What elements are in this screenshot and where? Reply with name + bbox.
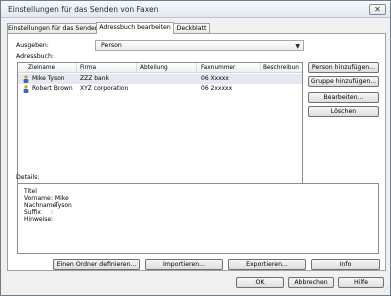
define-folder-button[interactable]: Einen Ordner definieren...	[53, 259, 140, 270]
add-person-button[interactable]: Person hinzufügen...	[308, 62, 379, 73]
row-name: Robert Brown	[32, 85, 73, 92]
detail-value-firstname: : Mike	[51, 195, 69, 202]
info-label: Info	[339, 261, 352, 268]
row-fax: 06 2xxxxx	[201, 85, 233, 92]
export-button[interactable]: Exportieren...	[228, 259, 306, 270]
person-icon	[23, 75, 29, 83]
edit-label: Bearbeiten...	[323, 94, 364, 101]
ausgeben-dropdown[interactable]: Person ▼	[95, 40, 304, 51]
detail-label-title: Titel	[24, 188, 37, 195]
add-person-label: Person hinzufügen...	[311, 64, 376, 71]
chevron-down-icon: ▼	[295, 43, 300, 50]
detail-label-firstname: Vorname	[24, 195, 51, 202]
add-group-label: Gruppe hinzufügen...	[310, 78, 377, 85]
resize-grip-icon[interactable]: ⋰	[383, 286, 389, 293]
add-group-button[interactable]: Gruppe hinzufügen...	[308, 76, 379, 87]
address-book-panel: Ausgeben: Person ▼ Adressbuch: Zielname …	[7, 33, 386, 271]
detail-label-suffix: Suffix	[24, 209, 41, 216]
tab-edit-address-book[interactable]: Adressbuch bearbeiten	[96, 22, 174, 34]
import-button[interactable]: Importieren...	[145, 259, 223, 270]
ausgeben-label: Ausgeben:	[16, 42, 49, 49]
tab-label: Einstellungen für das Senden	[8, 25, 99, 32]
column-header-fax[interactable]: Faxnummer	[201, 65, 235, 71]
delete-label: Löschen	[330, 108, 357, 115]
adressbuch-label: Adressbuch:	[16, 53, 54, 60]
delete-button[interactable]: Löschen	[308, 106, 379, 117]
details-label: Details:	[16, 174, 40, 181]
row-company: ZZZ bank	[80, 75, 110, 82]
cancel-button[interactable]: Abbrechen	[288, 277, 334, 288]
column-header-company[interactable]: Firma	[80, 65, 96, 71]
info-button[interactable]: Info	[311, 259, 380, 270]
cancel-label: Abbrechen	[294, 279, 328, 286]
row-fax: 06 Xxxxx	[201, 75, 229, 82]
column-header-description[interactable]: Beschreibun	[263, 65, 299, 71]
ok-label: OK	[255, 279, 265, 286]
list-header: Zielname Firma Abteilung Faxnummer Besch…	[18, 63, 302, 73]
detail-label-notes: Hinweise	[24, 216, 52, 223]
help-button[interactable]: Hilfe	[338, 277, 384, 288]
row-company: XYZ corporation	[80, 85, 129, 92]
export-label: Exportieren...	[246, 261, 288, 268]
row-name: Mike Tyson	[32, 75, 65, 82]
list-item[interactable]: Mike Tyson ZZZ bank 06 Xxxxx	[18, 74, 302, 84]
detail-value-suffix: :	[51, 209, 54, 216]
title-bar: Einstellungen für das Senden von Faxen ✕	[1, 1, 390, 18]
tab-label: Adressbuch bearbeiten	[99, 24, 171, 31]
tab-label: Deckblatt	[176, 25, 207, 32]
edit-button[interactable]: Bearbeiten...	[308, 92, 379, 103]
column-header-department[interactable]: Abteilung	[140, 65, 168, 71]
fax-settings-window: Einstellungen für das Senden von Faxen ✕…	[0, 0, 391, 296]
window-title: Einstellungen für das Senden von Faxen	[8, 5, 159, 14]
address-list[interactable]: Zielname Firma Abteilung Faxnummer Besch…	[17, 62, 303, 199]
import-label: Importieren...	[162, 261, 206, 268]
close-icon: ✕	[374, 5, 381, 14]
details-box: Titel Vorname : Mike Nachname : Tyson Su…	[17, 183, 379, 254]
ausgeben-value: Person	[101, 42, 122, 49]
define-folder-label: Einen Ordner definieren...	[56, 261, 137, 268]
person-icon	[23, 85, 29, 93]
list-item[interactable]: Robert Brown XYZ corporation 06 2xxxxx	[18, 84, 302, 94]
close-button[interactable]: ✕	[369, 4, 386, 15]
ok-button[interactable]: OK	[236, 277, 284, 288]
detail-value-lastname: : Tyson	[51, 202, 72, 209]
column-header-name[interactable]: Zielname	[28, 65, 55, 71]
help-label: Hilfe	[353, 279, 369, 286]
detail-value-notes: :	[51, 216, 54, 223]
